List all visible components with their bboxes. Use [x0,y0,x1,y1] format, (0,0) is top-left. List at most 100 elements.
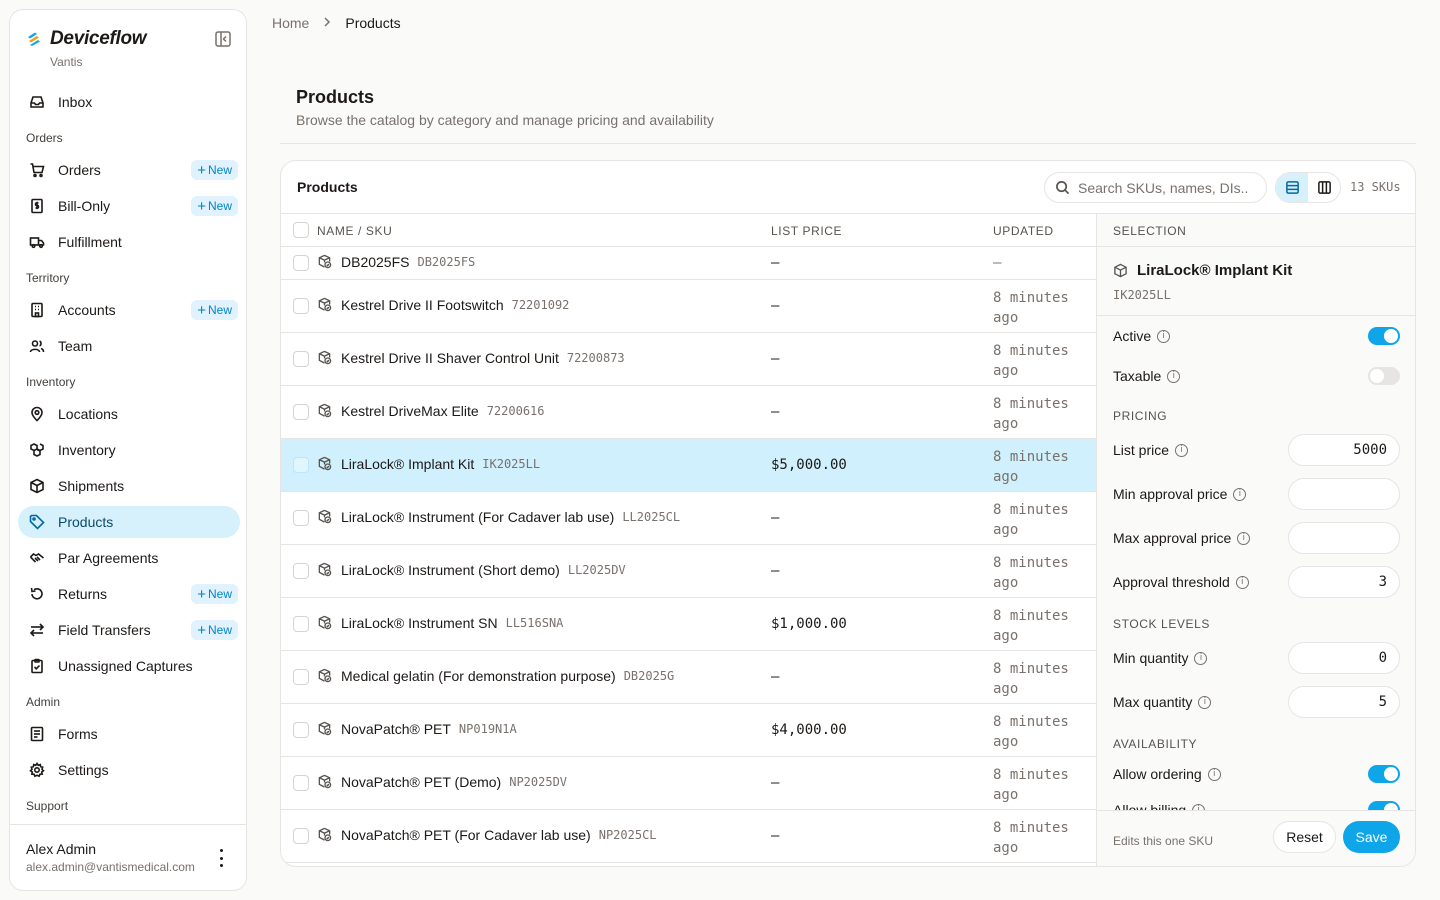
card-title: Products [297,179,358,195]
table-row[interactable]: DB2025FS DB2025FS — — [281,247,1096,280]
new-field-transfers-button[interactable]: + New [191,620,238,640]
table-row[interactable]: Kestrel Drive II Shaver Control Unit 7220… [281,333,1096,386]
product-name: NovaPatch® PET [341,721,451,737]
row-checkbox[interactable] [293,457,309,473]
brand[interactable]: Deviceflow [26,28,147,50]
info-icon[interactable]: i [1175,443,1189,457]
sidebar-item-fulfillment[interactable]: Fulfillment [18,226,240,258]
cart-icon [28,161,46,179]
select-all-checkbox[interactable] [293,222,309,238]
column-view-button[interactable] [1308,173,1340,202]
selection-form: Active i Taxable i PRICING List price i 500… [1097,316,1415,810]
more-vertical-icon[interactable] [214,849,228,867]
table-row[interactable]: LiraLock® Instrument (Short demo) LL2025D… [281,545,1096,598]
new-accounts-button[interactable]: + New [191,300,238,320]
taxable-toggle[interactable] [1368,367,1400,385]
sidebar-item-bill-only[interactable]: Bill-Only + New [18,190,240,222]
sidebar-item-settings[interactable]: Settings [18,754,240,786]
breadcrumb-home[interactable]: Home [272,15,309,31]
info-icon[interactable]: i [1237,531,1251,545]
list-view-button[interactable] [1276,173,1308,202]
info-icon[interactable]: i [1235,575,1249,589]
map-pin-icon [28,405,46,423]
sidebar-item-label: Products [58,514,114,530]
list-price-input[interactable]: 5000 [1288,434,1400,466]
sidebar-item-orders[interactable]: Orders + New [18,154,240,186]
plus-icon: + [197,161,206,179]
row-checkbox[interactable] [293,669,309,685]
sidebar-item-inventory[interactable]: Inventory [18,434,240,466]
search-box[interactable] [1044,172,1267,203]
table-row[interactable]: LiraLock® Implant Kit IK2025LL $5,000.00 8 … [281,439,1096,492]
user-profile[interactable]: Alex Admin alex.admin@vantismedical.com [10,824,246,890]
new-returns-button[interactable]: + New [191,584,238,604]
sidebar-item-shipments[interactable]: Shipments [18,470,240,502]
info-icon[interactable]: i [1194,651,1208,665]
sidebar-item-team[interactable]: Team [18,330,240,362]
sidebar-item-forms[interactable]: Forms [18,718,240,750]
table-row[interactable]: LiraLock® Instrument (For Cadaver lab us… [281,492,1096,545]
sidebar-item-inbox[interactable]: Inbox [18,86,240,118]
row-checkbox[interactable] [293,616,309,632]
row-checkbox[interactable] [293,351,309,367]
info-icon[interactable]: i [1157,329,1171,343]
view-toggle[interactable] [1275,172,1341,203]
threshold-input[interactable]: 3 [1288,566,1400,598]
allow-billing-toggle[interactable] [1368,801,1400,810]
row-checkbox[interactable] [293,563,309,579]
product-name-cell: Medical gelatin (For demonstration purpo… [317,668,674,684]
table-row[interactable]: Kestrel DriveMax Elite 72200616 — 8 minutes… [281,386,1096,439]
row-checkbox[interactable] [293,828,309,844]
collapse-sidebar-icon[interactable] [214,30,232,48]
sidebar-item-products[interactable]: Products [18,506,240,538]
selection-title-wrap: LiraLock® Implant Kit [1113,262,1292,279]
column-updated-header[interactable]: UPDATED [993,224,1054,238]
info-icon[interactable]: i [1207,767,1221,781]
list-price-cell: — [771,298,780,314]
allow-ordering-toggle[interactable] [1368,765,1400,783]
info-icon[interactable]: i [1198,695,1212,709]
row-checkbox[interactable] [293,298,309,314]
sidebar-item-unassigned-captures[interactable]: Unassigned Captures [18,650,240,682]
product-name-cell: LiraLock® Implant Kit IK2025LL [317,456,540,472]
table-row[interactable]: Kestrel Drive II Footswitch 72201092 — 8 mi… [281,280,1096,333]
table-row[interactable]: LiraLock® Instrument SN LL516SNA $1,000.00… [281,598,1096,651]
min-approval-input[interactable] [1288,478,1400,510]
sidebar-item-locations[interactable]: Locations [18,398,240,430]
updated-cell: 8 minutes ago [993,449,1069,485]
table-row[interactable]: Medical gelatin (For demonstration purpo… [281,651,1096,704]
sidebar-item-label: Bill-Only [58,198,111,214]
row-checkbox[interactable] [293,775,309,791]
table-row[interactable]: NovaPatch® PET (For Cadaver lab use) NP20… [281,810,1096,863]
column-price-header[interactable]: LIST PRICE [771,224,842,238]
new-orders-button[interactable]: + New [191,160,238,180]
search-icon [1056,181,1070,195]
min-qty-input[interactable]: 0 [1288,642,1400,674]
product-icon [317,721,333,737]
column-name-header[interactable]: NAME / SKU [317,224,392,238]
info-icon[interactable]: i [1233,487,1247,501]
table-row[interactable]: NovaPatch® PET NP019N1A $4,000.00 8 minutes… [281,704,1096,757]
max-qty-input[interactable]: 5 [1288,686,1400,718]
sidebar: Deviceflow Vantis Inbox Orders Orders + New B… [9,9,247,891]
table-row[interactable]: NovaPatch® PET (Demo) NP2025DV — 8 minutes … [281,757,1096,810]
row-checkbox[interactable] [293,255,309,271]
list-price-cell: — [771,510,780,526]
sidebar-item-returns[interactable]: Returns + New [18,578,240,610]
active-toggle[interactable] [1368,327,1400,345]
sidebar-item-par-agreements[interactable]: Par Agreements [18,542,240,574]
sidebar-item-accounts[interactable]: Accounts + New [18,294,240,326]
row-checkbox[interactable] [293,510,309,526]
info-icon[interactable]: i [1167,369,1181,383]
max-approval-input[interactable] [1288,522,1400,554]
sidebar-item-label: Locations [58,406,118,422]
new-bill-only-button[interactable]: + New [191,196,238,216]
reset-button[interactable]: Reset [1273,821,1336,853]
save-button[interactable]: Save [1343,821,1400,853]
max-qty-label: Max quantity [1113,694,1193,710]
row-checkbox[interactable] [293,722,309,738]
sidebar-item-field-transfers[interactable]: Field Transfers + New [18,614,240,646]
row-checkbox[interactable] [293,404,309,420]
search-input[interactable] [1078,179,1248,196]
active-label: Active [1113,328,1152,344]
